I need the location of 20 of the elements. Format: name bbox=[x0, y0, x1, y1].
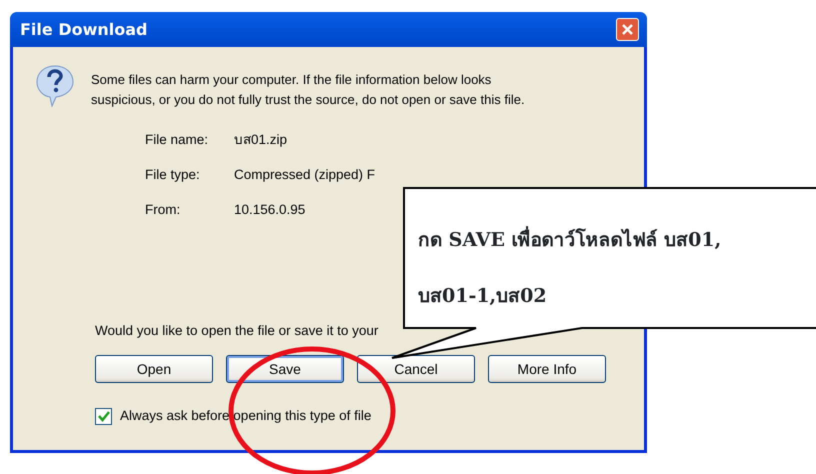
field-label: From: bbox=[145, 201, 182, 219]
dialog-button[interactable]: More Info bbox=[488, 355, 606, 384]
dialog-button[interactable]: Save bbox=[226, 355, 344, 384]
question-icon bbox=[35, 64, 75, 108]
check-icon bbox=[98, 410, 110, 422]
checkbox-label: Always ask before opening this type of file bbox=[120, 407, 372, 426]
window-title: File Download bbox=[20, 18, 148, 40]
close-button[interactable] bbox=[616, 18, 639, 41]
close-icon bbox=[621, 23, 634, 36]
question-text: Would you like to open the file or save it to your bbox=[95, 322, 380, 340]
field-label: File name: bbox=[145, 131, 210, 149]
dialog-button[interactable]: Cancel bbox=[357, 355, 475, 384]
field-label: File type: bbox=[145, 166, 201, 184]
field-value: 10.156.0.95 bbox=[234, 201, 306, 219]
callout-text: กด SAVE เพื่อดาว์โหลดไฟล์ บส01, บส01-1,บส02 bbox=[418, 212, 722, 324]
field-value: บส01.zip bbox=[234, 131, 288, 149]
field-value: Compressed (zipped) F bbox=[234, 166, 376, 184]
warning-message: Some files can harm your computer. If the file information below looks suspicious, or you do not fully trust the source, do not open or save this file. bbox=[91, 71, 526, 109]
checkbox[interactable] bbox=[95, 408, 112, 425]
dialog-button[interactable]: Open bbox=[95, 355, 213, 384]
